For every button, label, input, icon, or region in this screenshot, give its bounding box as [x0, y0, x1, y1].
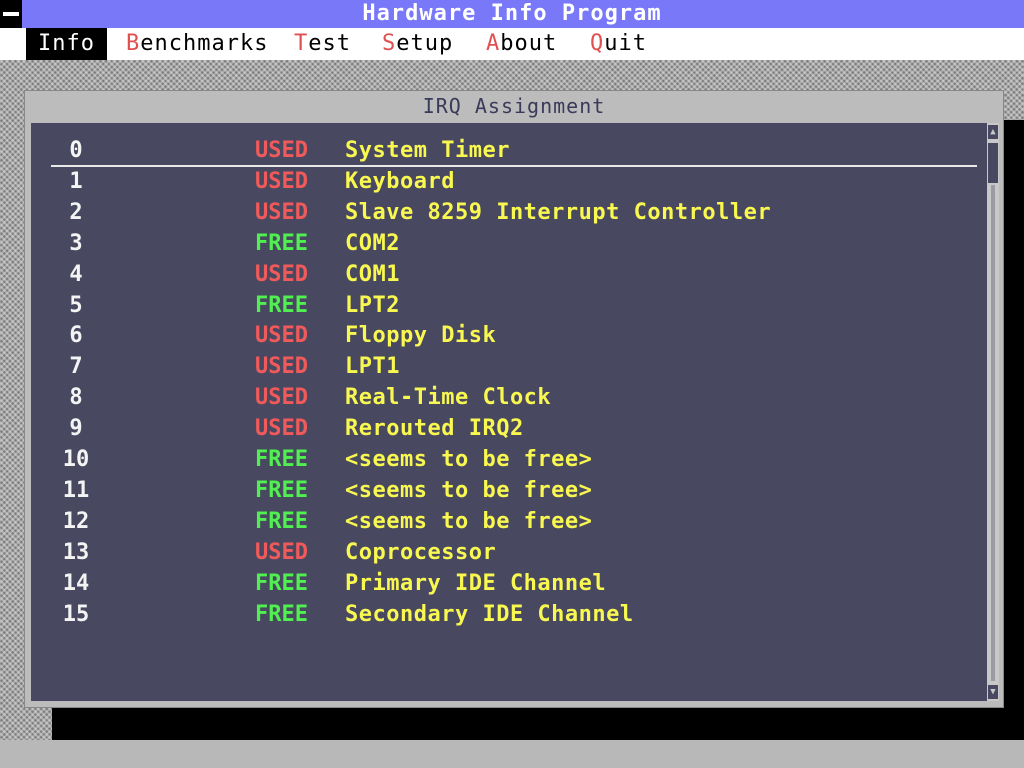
menu-hotkey: B: [126, 31, 141, 56]
irq-status: USED: [255, 354, 308, 380]
irq-device: Secondary IDE Channel: [345, 601, 634, 627]
menu-hotkey: S: [382, 31, 397, 56]
irq-row: 10 FREE <seems to be free>: [31, 445, 971, 475]
menu-item-about[interactable]: About: [474, 28, 569, 60]
irq-device: Floppy Disk: [345, 323, 497, 349]
menu-label: enchmarks: [140, 31, 269, 56]
menu-hotkey: Q: [590, 31, 605, 56]
irq-number: 8: [69, 385, 83, 411]
irq-number: 7: [69, 354, 83, 380]
irq-number: 0: [69, 138, 83, 163]
irq-device: Coprocessor: [345, 539, 497, 565]
irq-number: 1: [69, 168, 83, 194]
irq-row: 15 FREE Secondary IDE Channel: [31, 600, 971, 630]
irq-list-panel: 0 USED System Timer 1 USED Keyboard 2 USED Slave…: [31, 123, 987, 701]
irq-device: LPT2: [345, 292, 400, 318]
irq-device: Slave 8259 Interrupt Controller: [345, 199, 772, 225]
menu-label: etup: [396, 31, 454, 56]
irq-row: 3 FREE COM2: [31, 229, 971, 259]
irq-status: FREE: [255, 292, 308, 318]
irq-device: <seems to be free>: [345, 447, 593, 472]
title-bar: Hardware Info Program: [0, 0, 1024, 28]
menu-hotkey: T: [294, 31, 309, 56]
irq-device: Real-Time Clock: [345, 385, 552, 411]
irq-device: Primary IDE Channel: [345, 570, 607, 596]
menu-item-info[interactable]: Info: [26, 28, 107, 60]
menu-label: bout: [500, 31, 558, 56]
irq-number: 14: [62, 570, 90, 596]
irq-status: FREE: [255, 230, 308, 256]
irq-status: USED: [255, 138, 308, 163]
irq-device: COM2: [345, 230, 400, 256]
irq-status: USED: [255, 323, 308, 349]
irq-status: FREE: [255, 508, 308, 534]
scroll-down-icon[interactable]: ▼: [988, 685, 998, 699]
irq-row: 5 FREE LPT2: [31, 291, 971, 321]
menu-item-benchmarks[interactable]: Benchmarks: [114, 28, 280, 60]
menu-label: nfo: [52, 31, 95, 56]
irq-assignment-window: IRQ Assignment 0 USED System Timer 1 USED Key…: [24, 90, 1004, 708]
irq-number: 11: [62, 477, 90, 503]
vertical-scrollbar[interactable]: ▲ ▼: [987, 123, 999, 701]
irq-row: 11 FREE <seems to be free>: [31, 476, 971, 506]
irq-device: LPT1: [345, 354, 400, 380]
irq-row: 2 USED Slave 8259 Interrupt Controller: [31, 198, 971, 228]
irq-number: 12: [62, 508, 90, 534]
irq-row: 9 USED Rerouted IRQ2: [31, 414, 971, 444]
menu-bar: Info Benchmarks Test Setup About Quit: [0, 28, 1024, 60]
menu-item-test[interactable]: Test: [282, 28, 363, 60]
system-menu-button[interactable]: [0, 0, 22, 28]
irq-device: Keyboard: [345, 168, 455, 194]
menu-item-quit[interactable]: Quit: [578, 28, 659, 60]
irq-device: COM1: [345, 261, 400, 287]
menu-label: uit: [604, 31, 647, 56]
irq-device: Rerouted IRQ2: [345, 416, 524, 442]
irq-status: USED: [255, 261, 308, 287]
irq-row: 0 USED System Timer: [31, 136, 971, 166]
irq-status: USED: [255, 199, 308, 225]
irq-status: USED: [255, 416, 308, 442]
irq-number: 3: [69, 230, 83, 256]
irq-number: 6: [69, 323, 83, 349]
irq-status: FREE: [255, 601, 308, 627]
menu-item-setup[interactable]: Setup: [370, 28, 465, 60]
irq-status: FREE: [255, 477, 308, 503]
system-menu-icon: [3, 12, 19, 16]
irq-row: 12 FREE <seems to be free>: [31, 507, 971, 537]
irq-status: FREE: [255, 570, 308, 596]
window-shadow: [52, 706, 1024, 740]
irq-number: 5: [69, 292, 83, 318]
irq-row: 1 USED Keyboard: [31, 167, 971, 197]
irq-row: 8 USED Real-Time Clock: [31, 383, 971, 413]
irq-status: USED: [255, 168, 308, 194]
menu-hotkey: I: [38, 31, 53, 56]
irq-status: FREE: [255, 447, 308, 472]
scroll-up-icon[interactable]: ▲: [988, 125, 998, 139]
irq-number: 9: [69, 416, 83, 442]
irq-number: 2: [69, 199, 83, 225]
app-title: Hardware Info Program: [362, 1, 662, 26]
irq-number: 4: [69, 261, 83, 287]
scroll-track[interactable]: [991, 185, 995, 681]
irq-row: 6 USED Floppy Disk: [31, 321, 971, 351]
irq-row: 14 FREE Primary IDE Channel: [31, 569, 971, 599]
irq-row: 4 USED COM1: [31, 260, 971, 290]
irq-number: 13: [62, 539, 90, 565]
window-title: IRQ Assignment: [422, 94, 606, 118]
window-shadow-right: [1002, 120, 1024, 740]
menu-label: est: [308, 31, 351, 56]
irq-device: System Timer: [345, 138, 510, 163]
irq-number: 10: [62, 447, 90, 472]
status-strip: [0, 740, 1024, 768]
irq-status: USED: [255, 539, 308, 565]
irq-number: 15: [62, 601, 90, 627]
irq-device: <seems to be free>: [345, 477, 593, 503]
irq-status: USED: [255, 385, 308, 411]
irq-device: <seems to be free>: [345, 508, 593, 534]
scroll-thumb[interactable]: [988, 143, 998, 183]
irq-row: 7 USED LPT1: [31, 352, 971, 382]
irq-row: 13 USED Coprocessor: [31, 538, 971, 568]
menu-hotkey: A: [486, 31, 501, 56]
